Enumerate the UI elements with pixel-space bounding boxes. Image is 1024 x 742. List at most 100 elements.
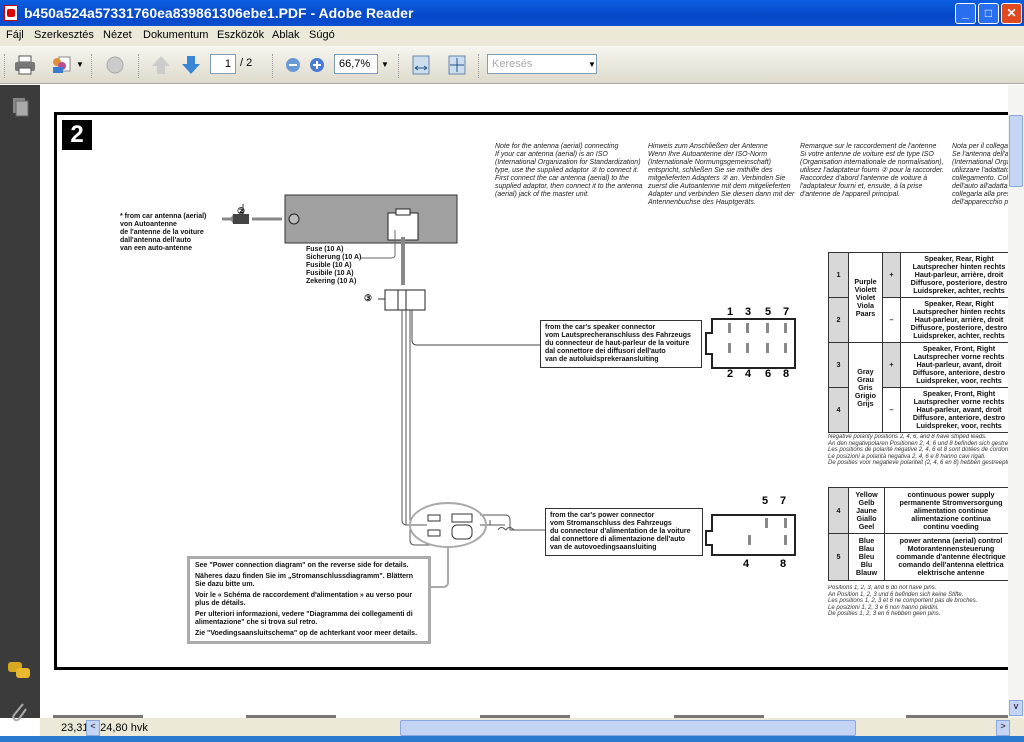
separator	[272, 54, 274, 78]
cell-description: Speaker, Front, Right Lautsprecher vorne…	[900, 342, 1008, 388]
power-note-en: See "Power connection diagram" on the re…	[195, 562, 409, 569]
zoom-out-icon[interactable]	[282, 55, 304, 75]
fit-page-icon[interactable]	[446, 55, 468, 75]
pin-label: 4	[743, 558, 750, 570]
horizontal-scroll-thumb[interactable]	[400, 720, 856, 736]
menu-tools[interactable]: Eszközök	[217, 29, 264, 41]
navigation-panel	[0, 85, 40, 722]
cell-polarity: +	[882, 252, 901, 298]
next-page-icon[interactable]	[180, 55, 202, 75]
maximize-button[interactable]: □	[978, 3, 999, 24]
close-button[interactable]: ✕	[1001, 3, 1022, 24]
antenna-jack	[288, 213, 300, 225]
cell-position: 4	[828, 487, 849, 534]
collaborate-dropdown-icon[interactable]: ▼	[76, 60, 84, 69]
pin-label: 5	[762, 495, 769, 507]
cell-position: 3	[828, 342, 849, 388]
power-note-it: Per ulteriori informazioni, vedere "Diag…	[195, 611, 413, 626]
zoom-dropdown-icon[interactable]: ▼	[381, 60, 389, 69]
cell-position: 4	[828, 387, 849, 433]
separator	[138, 54, 140, 78]
menu-help[interactable]: Súgó	[309, 29, 335, 41]
speaker-table-note: Negative polarity positions 2, 4, 6, and…	[828, 434, 1008, 467]
pin-label: 5	[765, 306, 772, 318]
menu-window[interactable]: Ablak	[272, 29, 300, 41]
title-bar: b450a524a57331760ea839861306ebe1.PDF - A…	[0, 0, 1024, 26]
scroll-left-button[interactable]: <	[86, 720, 100, 736]
scroll-right-button[interactable]: >	[996, 720, 1010, 736]
separator	[91, 54, 93, 78]
power-note-fr: Voir le « Schéma de raccordement d'alime…	[195, 592, 413, 607]
attachments-icon[interactable]	[8, 700, 30, 726]
zoom-in-icon[interactable]	[306, 55, 328, 75]
minimize-button[interactable]: _	[955, 3, 976, 24]
menu-file[interactable]: Fájl	[6, 29, 24, 41]
pin-label: 7	[780, 495, 787, 507]
pin-label: 8	[783, 368, 790, 380]
cell-color: Purple Violett Violet Viola Paars	[848, 252, 883, 343]
head-unit	[284, 194, 458, 244]
pin-label: 1	[727, 306, 734, 318]
pin-label: 7	[783, 306, 790, 318]
menu-bar: Fájl Szerkesztés Nézet Dokumentum Eszköz…	[0, 26, 1024, 46]
pin-label: 8	[780, 558, 787, 570]
previous-page-icon[interactable]	[150, 55, 172, 75]
cell-color: Yellow Gelb Jaune Giallo Geel	[848, 487, 885, 534]
web-icon-disabled	[106, 56, 124, 74]
taskbar	[0, 736, 1024, 742]
power-note-de: Näheres dazu finden Sie im „Stromanschlu…	[195, 573, 414, 588]
vertical-scrollbar[interactable]: v	[1008, 85, 1024, 718]
menu-document[interactable]: Dokumentum	[143, 29, 208, 41]
pdf-icon	[4, 5, 18, 21]
toolbar: ▼ 1 / 2 66,7% ▼ Keresés ▼	[0, 46, 1024, 84]
cell-description: Speaker, Rear, Right Lautsprecher hinten…	[900, 252, 1008, 298]
menu-view[interactable]: Nézet	[103, 29, 132, 41]
vertical-scroll-thumb[interactable]	[1009, 115, 1023, 187]
search-dropdown-icon[interactable]: ▼	[588, 60, 596, 69]
pin-label: 6	[765, 368, 772, 380]
cell-position: 1	[828, 252, 849, 298]
cell-color: Gray Grau Gris Grigio Grijs	[848, 342, 883, 433]
cell-description: Speaker, Front, Right Lautsprecher vorne…	[900, 387, 1008, 433]
zoom-input[interactable]: 66,7%	[334, 54, 378, 74]
cell-position: 2	[828, 297, 849, 343]
cell-description: continuous power supply permanente Strom…	[884, 487, 1008, 534]
callout-adaptor-2: ②	[237, 206, 246, 216]
cell-polarity: –	[882, 387, 901, 433]
speaker-wire-table: 1 Purple Violett Violet Viola Paars + Speak…	[828, 252, 1008, 433]
callout-adaptor-3: ③	[364, 293, 373, 303]
power-connector-label: from the car's power connector vom Strom…	[545, 508, 703, 556]
pin-label: 4	[745, 368, 752, 380]
power-wire-table: 4 Yellow Gelb Jaune Giallo Geel continuous…	[828, 487, 1008, 581]
scroll-down-button[interactable]: v	[1009, 700, 1023, 716]
separator	[398, 54, 400, 78]
page-number-input[interactable]: 1	[210, 54, 236, 74]
menu-edit[interactable]: Szerkesztés	[34, 29, 94, 41]
power-note-box: See "Power connection diagram" on the re…	[187, 556, 431, 644]
power-socket	[387, 212, 419, 241]
cell-polarity: –	[882, 297, 901, 343]
fuse-label: Fuse (10 A) Sicherung (10 A) Fusible (10…	[306, 246, 362, 285]
pin-label: 3	[745, 306, 752, 318]
iso-adaptor	[384, 289, 426, 311]
collaborate-icon[interactable]	[50, 55, 72, 75]
power-table-note: Positions 1, 2, 3, and 6 do not have pin…	[828, 585, 978, 618]
cell-color: Blue Blau Bleu Blu Blauw	[848, 533, 885, 581]
pages-icon[interactable]	[10, 97, 30, 119]
cell-description: power antenna (aerial) control Motorante…	[884, 533, 1008, 581]
search-input[interactable]: Keresés	[487, 54, 597, 74]
speaker-connector	[705, 318, 796, 369]
document-view: 2 Note for the antenna (aerial) connecti…	[40, 85, 1008, 718]
print-icon[interactable]	[14, 55, 36, 75]
cell-description: Speaker, Rear, Right Lautsprecher hinten…	[900, 297, 1008, 343]
comments-icon[interactable]	[7, 660, 33, 684]
cell-polarity: +	[882, 342, 901, 388]
cell-position: 5	[828, 533, 849, 581]
antenna-label: * from car antenna (aerial) von Autoante…	[120, 213, 207, 252]
pin-label: 2	[727, 368, 734, 380]
power-note-nl: Zie "Voedingsaansluitschema" op de achte…	[195, 630, 418, 637]
separator	[478, 54, 480, 78]
page-total: / 2	[240, 57, 253, 69]
toolbar-grip	[4, 54, 6, 78]
fit-width-icon[interactable]	[410, 55, 432, 75]
